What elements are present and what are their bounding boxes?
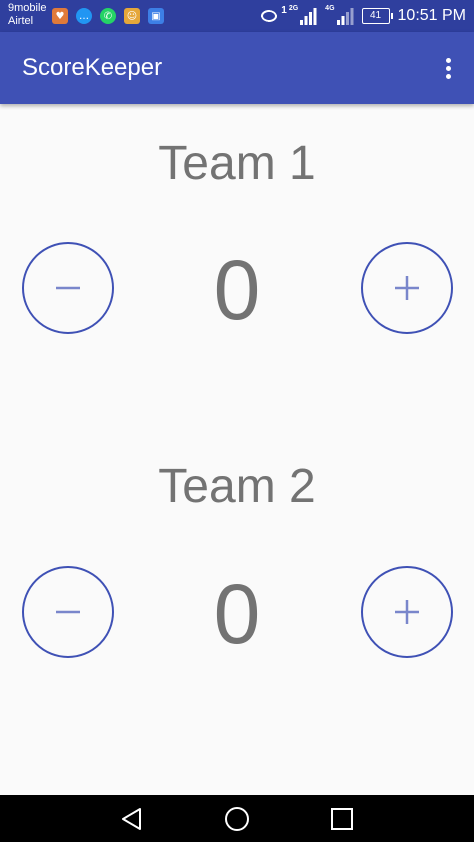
screen: 9mobile Airtel ♥ … ✆ ☺ ▣ 1 2G 4G 41 10:5… [0,0,474,842]
plus-icon [395,600,419,624]
navigation-bar [0,795,474,842]
sync-icon [261,10,278,22]
whatsapp-icon: ✆ [100,8,116,24]
menu-dot [445,73,451,79]
app-title: ScoreKeeper [22,54,163,81]
signal-icon [300,8,317,25]
browser-icon: ▣ [148,8,164,24]
team-2-name: Team 2 [158,460,316,513]
network-type-1: 2G [288,5,299,12]
likee-icon: ♥ [52,8,68,24]
clock: 10:51 PM [397,7,466,24]
team-2-score: 0 [213,567,261,661]
app-bar: ScoreKeeper [0,32,474,104]
battery-icon: 41 [361,8,393,24]
team-1-name: Team 1 [158,137,316,190]
status-bar: 9mobile Airtel ♥ … ✆ ☺ ▣ 1 2G 4G 41 10:5… [0,0,474,32]
status-right: 1 2G 4G 41 10:51 PM [259,5,466,27]
store-icon: ☺ [124,8,140,24]
menu-dot [445,65,451,71]
network-type-2: 4G [325,5,335,12]
recents-icon[interactable] [328,805,356,833]
carrier-label-2: Airtel [8,15,34,27]
team-1-decrement-button[interactable] [22,242,114,334]
team-2-increment-button[interactable] [361,566,453,658]
minus-icon [56,610,80,614]
carrier-label-1: 9mobile [8,2,47,14]
menu-dot [445,57,451,63]
plus-icon [395,276,419,300]
carrier-info: 9mobile Airtel [8,2,47,28]
minus-icon [56,286,80,290]
notification-icons: ♥ … ✆ ☺ ▣ [52,8,172,24]
sim-number: 1 [281,5,287,16]
team-1-increment-button[interactable] [361,242,453,334]
home-icon[interactable] [223,805,251,833]
back-icon[interactable] [118,805,146,833]
messages-icon: … [76,8,92,24]
overflow-menu-icon[interactable] [436,54,460,82]
signal-icon-2 [336,8,354,25]
team-1-score: 0 [213,243,261,337]
team-2-decrement-button[interactable] [22,566,114,658]
